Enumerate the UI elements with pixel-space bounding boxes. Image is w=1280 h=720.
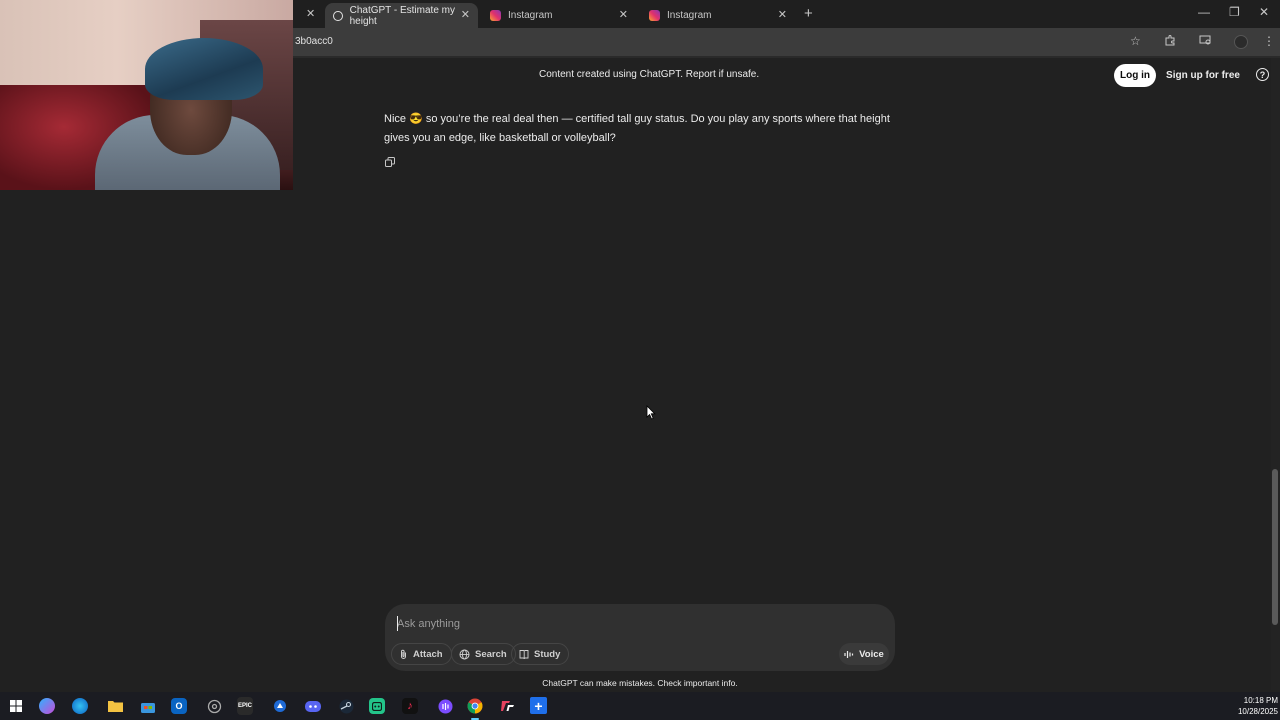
- close-icon[interactable]: ✕: [461, 8, 470, 21]
- chatgpt-icon: [333, 10, 343, 21]
- windows-start-icon[interactable]: [6, 696, 26, 716]
- globe-icon: [459, 649, 470, 659]
- origin-icon[interactable]: [204, 696, 224, 716]
- outlook-icon[interactable]: O: [171, 698, 187, 714]
- prompt-input[interactable]: [397, 616, 867, 632]
- edge-icon[interactable]: [72, 698, 88, 714]
- app-icon[interactable]: [369, 698, 385, 714]
- screen: ✕ ChatGPT - Estimate my height ✕ Instagr…: [0, 0, 1280, 720]
- shared-content-notice: Content created using ChatGPT. Report if…: [539, 69, 759, 80]
- microsoft-store-icon[interactable]: [138, 696, 158, 716]
- tiktok-icon[interactable]: ♪: [402, 698, 418, 714]
- voice-label: Voice: [859, 648, 884, 660]
- media-control-icon[interactable]: [1199, 34, 1212, 49]
- text-caret: [397, 616, 398, 631]
- help-icon[interactable]: ?: [1256, 68, 1269, 81]
- search-button[interactable]: Search: [451, 643, 516, 665]
- mouse-cursor-icon: [646, 405, 656, 420]
- webcam-overlay: [0, 0, 293, 190]
- tab-title: ChatGPT - Estimate my height: [349, 4, 455, 27]
- new-tab-icon[interactable]: +: [804, 5, 813, 22]
- tab-instagram-2[interactable]: Instagram ✕: [641, 3, 795, 28]
- windows-taskbar: O EPIC ♪ +: [0, 692, 1280, 720]
- voice-button[interactable]: Voice: [839, 643, 889, 665]
- browser-menu-icon[interactable]: ⋮: [1263, 34, 1275, 48]
- instagram-icon: [649, 10, 660, 21]
- search-label: Search: [475, 648, 507, 660]
- app-icon[interactable]: [270, 696, 290, 716]
- steam-icon[interactable]: [336, 696, 356, 716]
- book-icon: [519, 649, 529, 659]
- study-button[interactable]: Study: [511, 643, 570, 665]
- extensions-icon[interactable]: [1164, 34, 1176, 49]
- file-explorer-icon[interactable]: [105, 696, 125, 716]
- tab-title: Instagram: [667, 10, 712, 21]
- tab-title: Instagram: [508, 10, 553, 21]
- waveform-icon: [844, 650, 854, 658]
- clock-time: 10:18 PM: [1243, 696, 1278, 705]
- disclaimer: ChatGPT can make mistakes. Check importa…: [542, 678, 738, 688]
- app-icon[interactable]: +: [530, 697, 547, 714]
- window-close-icon[interactable]: ✕: [1259, 5, 1269, 19]
- profile-avatar[interactable]: [1234, 35, 1248, 49]
- tab-chatgpt[interactable]: ChatGPT - Estimate my height ✕: [325, 3, 478, 28]
- url-text[interactable]: 3b0acc0: [295, 36, 333, 47]
- study-label: Study: [534, 648, 561, 660]
- attach-label: Attach: [413, 648, 443, 660]
- notice-prefix: Content created using ChatGPT.: [539, 69, 683, 80]
- report-link[interactable]: Report: [686, 69, 716, 80]
- clock-date: 10/28/2025: [1237, 707, 1278, 716]
- minimize-icon[interactable]: —: [1198, 5, 1210, 19]
- app-icon[interactable]: [435, 696, 455, 716]
- app-icon[interactable]: [498, 696, 518, 716]
- epic-games-icon[interactable]: EPIC: [237, 697, 253, 715]
- chrome-icon[interactable]: [465, 696, 485, 720]
- signup-button[interactable]: Sign up for free: [1164, 64, 1242, 87]
- tab-instagram-1[interactable]: Instagram ✕: [482, 3, 636, 28]
- bookmark-star-icon[interactable]: ☆: [1130, 34, 1141, 48]
- restore-icon[interactable]: ❐: [1229, 5, 1240, 19]
- system-clock[interactable]: 10:18 PM 10/28/2025: [1238, 695, 1278, 717]
- assistant-message: Nice 😎 so you’re the real deal then — ce…: [384, 113, 890, 144]
- paperclip-icon: [401, 649, 406, 659]
- composer: Attach Search Study Voice: [385, 604, 895, 671]
- scrollbar-thumb[interactable]: [1272, 469, 1278, 625]
- login-button[interactable]: Log in: [1114, 64, 1156, 87]
- notice-suffix: if unsafe.: [718, 69, 760, 80]
- attach-button[interactable]: Attach: [391, 643, 452, 665]
- close-icon[interactable]: ✕: [778, 8, 787, 21]
- close-icon[interactable]: ✕: [619, 8, 628, 21]
- copilot-icon[interactable]: [39, 698, 55, 714]
- copy-icon[interactable]: [385, 157, 395, 167]
- instagram-icon: [490, 10, 501, 21]
- discord-icon[interactable]: [303, 696, 323, 716]
- tab-close-icon[interactable]: ✕: [306, 7, 315, 20]
